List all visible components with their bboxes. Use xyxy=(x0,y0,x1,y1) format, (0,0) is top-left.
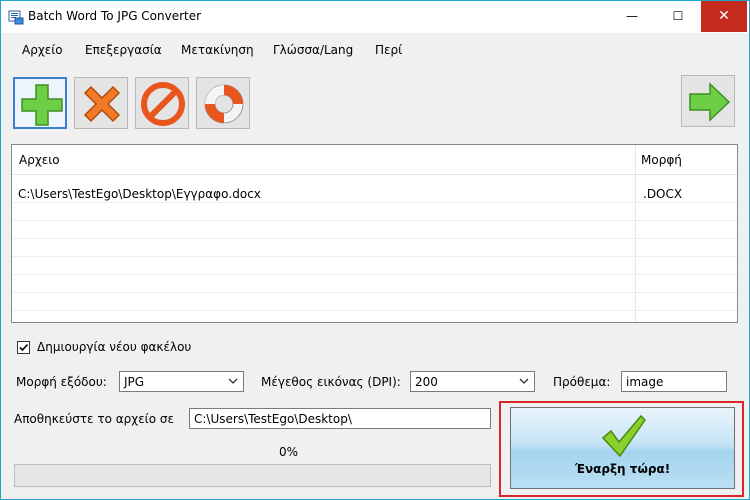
column-header-file[interactable]: Αρχειο xyxy=(19,153,60,167)
dpi-select[interactable]: 200 xyxy=(410,371,535,392)
dpi-label: Μέγεθος εικόνας (DPI): xyxy=(261,375,401,389)
menu-bar: Αρχείο Επεξεργασία Μετακίνηση Γλώσσα/Lan… xyxy=(1,39,749,61)
table-row-empty xyxy=(12,239,737,257)
save-path-value: C:\Users\TestEgo\Desktop\ xyxy=(194,412,352,426)
add-file-button[interactable] xyxy=(13,77,67,129)
menu-file[interactable]: Αρχείο xyxy=(22,43,63,57)
clear-list-button[interactable] xyxy=(135,77,189,129)
progress-percent: 0% xyxy=(279,445,299,459)
checkmark-icon xyxy=(601,414,646,458)
save-path-input[interactable]: C:\Users\TestEgo\Desktop\ xyxy=(189,408,491,429)
menu-move[interactable]: Μετακίνηση xyxy=(181,43,254,57)
table-row-empty xyxy=(12,221,737,239)
checkmark-icon xyxy=(19,343,29,352)
file-list-header: Αρχειο Μορφή xyxy=(12,145,737,175)
column-header-format[interactable]: Μορφή xyxy=(641,153,682,167)
menu-edit[interactable]: Επεξεργασία xyxy=(85,43,162,57)
save-location-label: Αποθηκεύστε το αρχείο σε xyxy=(14,412,174,426)
plus-icon xyxy=(21,84,63,126)
maximize-button[interactable]: ☐ xyxy=(655,1,701,32)
x-icon xyxy=(83,85,121,123)
table-row-empty xyxy=(12,293,737,311)
table-row-empty xyxy=(12,257,737,275)
progress-bar xyxy=(14,464,491,487)
help-button[interactable] xyxy=(196,77,250,129)
lifebuoy-icon xyxy=(204,84,244,124)
prefix-input[interactable]: image xyxy=(621,371,727,392)
file-path-cell: C:\Users\TestEgo\Desktop\Εγγραφο.docx xyxy=(18,187,261,201)
arrow-right-icon xyxy=(689,82,731,122)
prefix-label: Πρόθεμα: xyxy=(553,375,611,389)
output-format-select[interactable]: JPG xyxy=(119,371,244,392)
prefix-value: image xyxy=(626,375,664,389)
output-format-value: JPG xyxy=(124,375,145,389)
chevron-down-icon xyxy=(519,378,529,384)
app-icon xyxy=(8,10,24,25)
table-row-empty xyxy=(12,275,737,293)
file-list[interactable]: Αρχειο Μορφή C:\Users\TestEgo\Desktop\Εγ… xyxy=(11,144,738,323)
create-folder-checkbox[interactable] xyxy=(17,341,30,354)
next-button[interactable] xyxy=(681,75,735,127)
create-folder-label[interactable]: Δημιουργία νέου φακέλου xyxy=(37,340,191,354)
window-title: Batch Word To JPG Converter xyxy=(28,9,202,23)
start-button[interactable]: Έναρξη τώρα! xyxy=(510,407,735,489)
minimize-button[interactable]: — xyxy=(609,1,655,32)
menu-about[interactable]: Περί xyxy=(375,43,402,57)
menu-language[interactable]: Γλώσσα/Lang xyxy=(273,43,353,57)
output-format-label: Μορφή εξόδου: xyxy=(16,375,107,389)
close-button[interactable]: ✕ xyxy=(701,1,747,32)
table-row-empty xyxy=(12,203,737,221)
chevron-down-icon xyxy=(228,378,238,384)
remove-file-button[interactable] xyxy=(74,77,128,129)
dpi-value: 200 xyxy=(415,375,438,389)
app-window: Batch Word To JPG Converter — ☐ ✕ Αρχείο… xyxy=(0,0,750,500)
no-entry-icon xyxy=(141,82,185,126)
file-format-cell: .DOCX xyxy=(643,187,683,201)
start-button-label: Έναρξη τώρα! xyxy=(574,462,671,476)
title-bar[interactable]: Batch Word To JPG Converter — ☐ ✕ xyxy=(1,1,749,33)
table-row[interactable]: C:\Users\TestEgo\Desktop\Εγγραφο.docx .D… xyxy=(12,185,737,203)
